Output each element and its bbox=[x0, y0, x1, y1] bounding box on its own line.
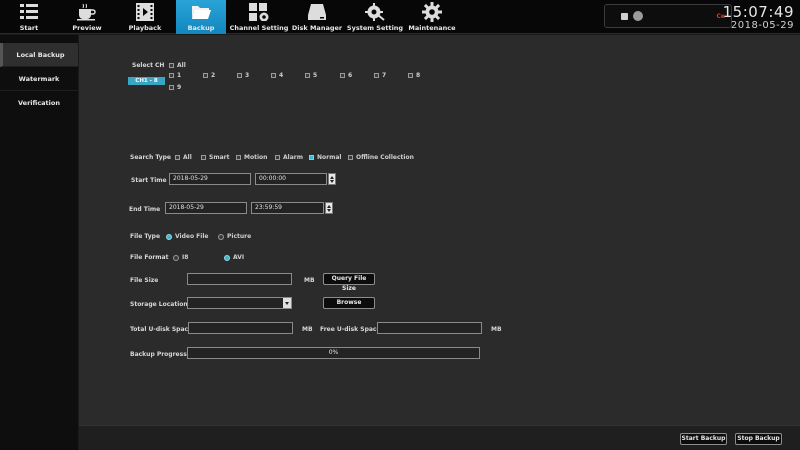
nav-channel-setting[interactable]: Channel Setting bbox=[229, 0, 289, 34]
nav-system-setting[interactable]: System Setting bbox=[346, 0, 404, 34]
nav-maintenance[interactable]: Maintenance bbox=[404, 0, 460, 34]
clock: 15:07:49 2018-05-29 bbox=[723, 3, 794, 31]
end-time-label: End Time bbox=[129, 206, 161, 213]
file-size-field bbox=[187, 273, 292, 285]
ch-4-checkbox[interactable]: 4 bbox=[271, 72, 283, 79]
nav-preview-label: Preview bbox=[72, 24, 102, 32]
backup-progress-label: Backup Progress bbox=[130, 351, 187, 358]
disk-manager-icon bbox=[306, 2, 328, 22]
browse-button[interactable]: Browse bbox=[323, 297, 375, 309]
search-type-normal-checkbox[interactable]: Normal bbox=[309, 154, 341, 161]
file-format-label: File Format bbox=[130, 254, 169, 261]
sidebar-item-watermark-verification[interactable]: Watermark Verification bbox=[0, 67, 78, 107]
ch-6-checkbox[interactable]: 6 bbox=[340, 72, 352, 79]
status-indicator-panel: Ce bbox=[604, 4, 732, 28]
backup-progress-bar: 0% bbox=[187, 347, 480, 359]
search-type-offline-collection-checkbox[interactable]: Offline Collection bbox=[348, 154, 414, 161]
total-udisk-space-label: Total U-disk Space bbox=[130, 326, 193, 333]
start-time-spinner[interactable] bbox=[328, 173, 336, 185]
select-ch-label: Select CH bbox=[132, 62, 165, 69]
chevron-down-icon bbox=[283, 298, 291, 308]
preview-coffee-icon bbox=[76, 2, 98, 22]
ch-all-checkbox[interactable]: All bbox=[169, 62, 186, 69]
query-file-size-button[interactable]: Query File Size bbox=[323, 273, 375, 292]
search-type-label: Search Type bbox=[130, 154, 171, 161]
end-time-spinner[interactable] bbox=[325, 202, 333, 214]
search-type-motion-checkbox[interactable]: Motion bbox=[236, 154, 267, 161]
end-time-field[interactable]: 23:59:59 bbox=[251, 202, 324, 214]
file-type-video-radio[interactable]: Video File bbox=[166, 233, 208, 240]
search-type-alarm-checkbox[interactable]: Alarm bbox=[275, 154, 303, 161]
search-type-smart-checkbox[interactable]: Smart bbox=[201, 154, 229, 161]
free-udisk-space-label: Free U-disk Space bbox=[320, 326, 381, 333]
start-backup-button[interactable]: Start Backup bbox=[680, 433, 727, 445]
start-date-field[interactable]: 2018-05-29 bbox=[169, 173, 251, 185]
backup-progress-text: 0% bbox=[328, 349, 339, 356]
nav-backup-label: Backup bbox=[187, 24, 215, 32]
end-date-field[interactable]: 2018-05-29 bbox=[165, 202, 247, 214]
nav-channel-setting-label: Channel Setting bbox=[229, 24, 289, 32]
storage-location-label: Storage Location bbox=[130, 301, 188, 308]
stop-backup-button[interactable]: Stop Backup bbox=[735, 433, 782, 445]
backup-folder-icon bbox=[190, 2, 212, 22]
ch-7-checkbox[interactable]: 7 bbox=[374, 72, 386, 79]
ch-3-checkbox[interactable]: 3 bbox=[237, 72, 249, 79]
free-udisk-space-field bbox=[377, 322, 482, 334]
total-udisk-space-field bbox=[188, 322, 293, 334]
file-format-i8-radio[interactable]: I8 bbox=[173, 254, 188, 261]
nav-maintenance-label: Maintenance bbox=[408, 24, 456, 32]
ch-5-checkbox[interactable]: 5 bbox=[305, 72, 317, 79]
system-setting-icon bbox=[364, 2, 386, 22]
ch-2-checkbox[interactable]: 2 bbox=[203, 72, 215, 79]
search-type-all-checkbox[interactable]: All bbox=[175, 154, 192, 161]
file-size-label: File Size bbox=[130, 277, 159, 284]
start-time-label: Start Time bbox=[131, 177, 167, 184]
nav-start-label: Start bbox=[19, 24, 39, 32]
sidebar-item-local-backup[interactable]: Local Backup bbox=[0, 43, 78, 67]
maintenance-gear-icon bbox=[421, 2, 443, 22]
ch-range-button[interactable]: CH1 - 8 bbox=[128, 77, 165, 85]
clock-time: 15:07:49 bbox=[722, 3, 794, 21]
record-status-icon bbox=[621, 13, 628, 20]
nav-preview[interactable]: Preview bbox=[58, 0, 116, 34]
file-format-avi-radio[interactable]: AVI bbox=[224, 254, 244, 261]
main-panel bbox=[79, 35, 800, 425]
status-arrow-icon[interactable] bbox=[633, 11, 643, 21]
nav-playback[interactable]: Playback bbox=[116, 0, 174, 34]
nav-disk-manager-label: Disk Manager bbox=[291, 24, 343, 32]
free-udisk-space-unit: MB bbox=[491, 326, 502, 333]
top-nav-bar: Start Preview Playback Backup Channel Se… bbox=[0, 0, 800, 34]
nav-playback-label: Playback bbox=[128, 24, 162, 32]
file-type-label: File Type bbox=[130, 233, 161, 240]
start-time-field[interactable]: 00:00:00 bbox=[255, 173, 327, 185]
nav-system-setting-label: System Setting bbox=[346, 24, 404, 32]
nav-start[interactable]: Start bbox=[0, 0, 58, 34]
ch-1-checkbox[interactable]: 1 bbox=[169, 72, 181, 79]
channel-setting-icon bbox=[248, 2, 270, 22]
file-size-unit: MB bbox=[304, 277, 315, 284]
ch-9-checkbox[interactable]: 9 bbox=[169, 84, 181, 91]
clock-date: 2018-05-29 bbox=[730, 20, 794, 31]
storage-location-select[interactable] bbox=[187, 297, 292, 309]
sidebar: Local Backup Watermark Verification bbox=[0, 35, 78, 450]
start-grid-icon bbox=[18, 2, 40, 22]
ch-8-checkbox[interactable]: 8 bbox=[408, 72, 420, 79]
nav-disk-manager[interactable]: Disk Manager bbox=[290, 0, 344, 34]
total-udisk-space-unit: MB bbox=[302, 326, 313, 333]
nav-backup[interactable]: Backup bbox=[176, 0, 226, 34]
file-type-picture-radio[interactable]: Picture bbox=[218, 233, 251, 240]
playback-film-icon bbox=[134, 2, 156, 22]
